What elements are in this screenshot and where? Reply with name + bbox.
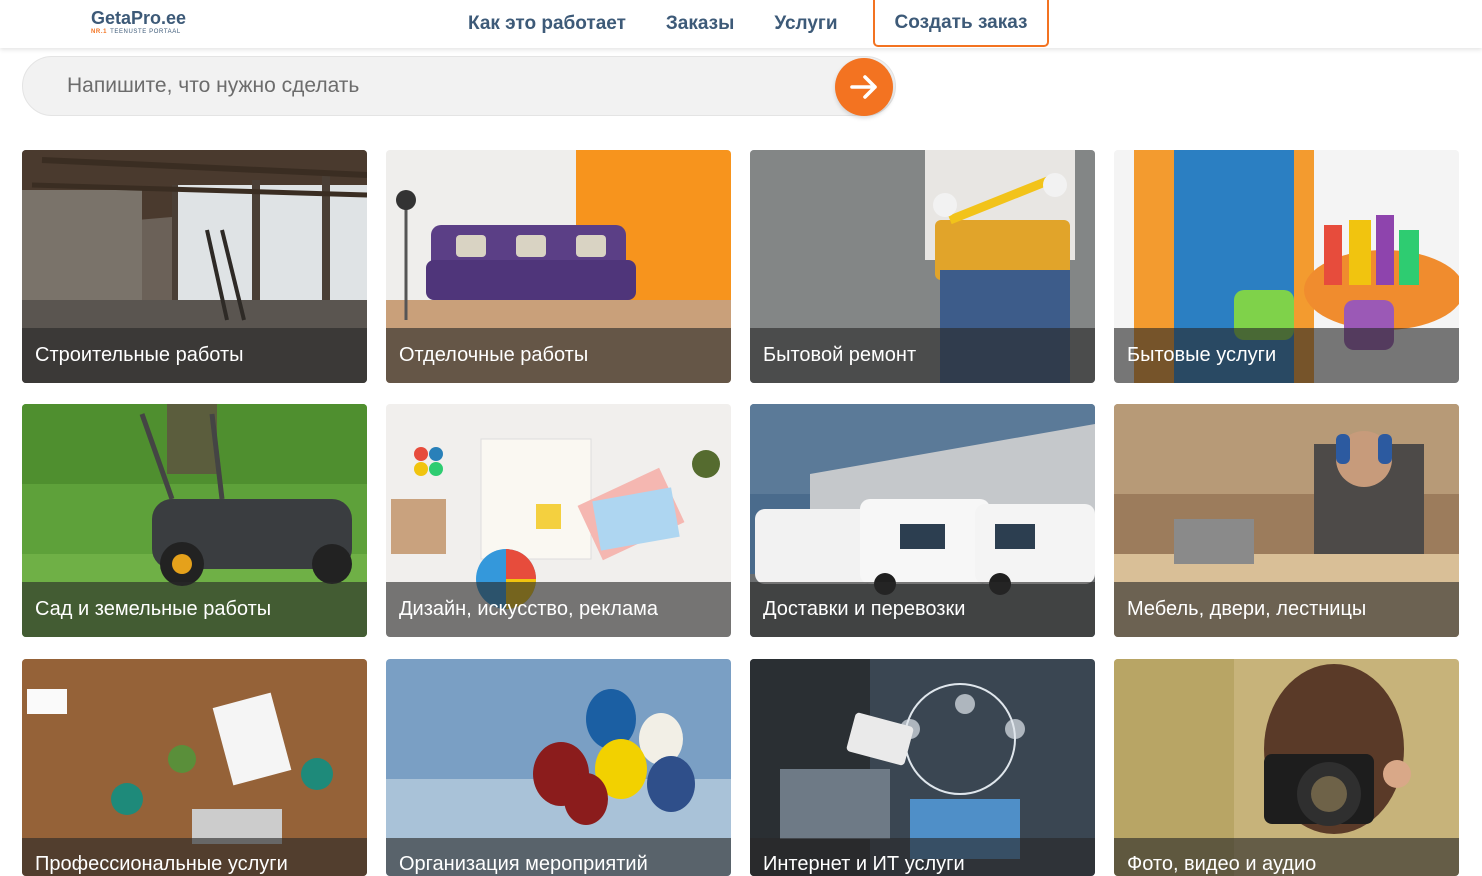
category-card-delivery[interactable]: Доставки и перевозки xyxy=(750,404,1095,637)
category-label: Бытовые услуги xyxy=(1114,328,1459,383)
search-submit-button[interactable] xyxy=(835,58,893,116)
category-card-design[interactable]: Дизайн, искусство, реклама xyxy=(386,404,731,637)
category-label: Отделочные работы xyxy=(386,328,731,383)
category-label: Сад и земельные работы xyxy=(22,582,367,637)
category-card-household-services[interactable]: Бытовые услуги xyxy=(1114,150,1459,383)
category-card-finishing[interactable]: Отделочные работы xyxy=(386,150,731,383)
category-label: Профессиональные услуги xyxy=(22,838,367,876)
search-bar xyxy=(22,56,896,116)
create-order-button[interactable]: Создать заказ xyxy=(873,0,1049,47)
category-label: Дизайн, искусство, реклама xyxy=(386,582,731,637)
nav-orders[interactable]: Заказы xyxy=(666,13,734,35)
logo-wordmark: GetaPro.ee xyxy=(91,8,201,28)
category-card-it[interactable]: Интернет и ИТ услуги xyxy=(750,659,1095,876)
nav-how-it-works[interactable]: Как это работает xyxy=(468,13,626,35)
category-label: Фото, видео и аудио xyxy=(1114,838,1459,876)
category-card-household-repair[interactable]: Бытовой ремонт xyxy=(750,150,1095,383)
category-label: Строительные работы xyxy=(22,328,367,383)
category-card-garden[interactable]: Сад и земельные работы xyxy=(22,404,367,637)
logo-tagline-text: TEENUSTE PORTAAL xyxy=(110,29,181,35)
category-label: Мебель, двери, лестницы xyxy=(1114,582,1459,637)
category-label: Интернет и ИТ услуги xyxy=(750,838,1095,876)
category-card-professional[interactable]: Профессиональные услуги xyxy=(22,659,367,876)
main-nav: Как это работает Заказы Услуги xyxy=(468,0,878,48)
category-label: Организация мероприятий xyxy=(386,838,731,876)
category-card-photo[interactable]: Фото, видео и аудио xyxy=(1114,659,1459,876)
category-card-events[interactable]: Организация мероприятий xyxy=(386,659,731,876)
nav-services[interactable]: Услуги xyxy=(774,13,837,35)
arrow-right-icon xyxy=(850,75,877,99)
category-label: Доставки и перевозки xyxy=(750,582,1095,637)
category-label: Бытовой ремонт xyxy=(750,328,1095,383)
logo-tagline-rank: NR.1 xyxy=(91,29,108,35)
logo-text: GetaPro.ee xyxy=(91,8,187,28)
search-input[interactable] xyxy=(67,66,807,106)
category-card-construction[interactable]: Строительные работы xyxy=(22,150,367,383)
site-logo[interactable]: GetaPro.ee NR.1 TEENUSTE PORTAAL xyxy=(91,8,201,42)
site-header: GetaPro.ee NR.1 TEENUSTE PORTAAL Как это… xyxy=(0,0,1482,48)
logo-tagline: NR.1 TEENUSTE PORTAAL xyxy=(91,29,201,35)
category-card-furniture[interactable]: Мебель, двери, лестницы xyxy=(1114,404,1459,637)
